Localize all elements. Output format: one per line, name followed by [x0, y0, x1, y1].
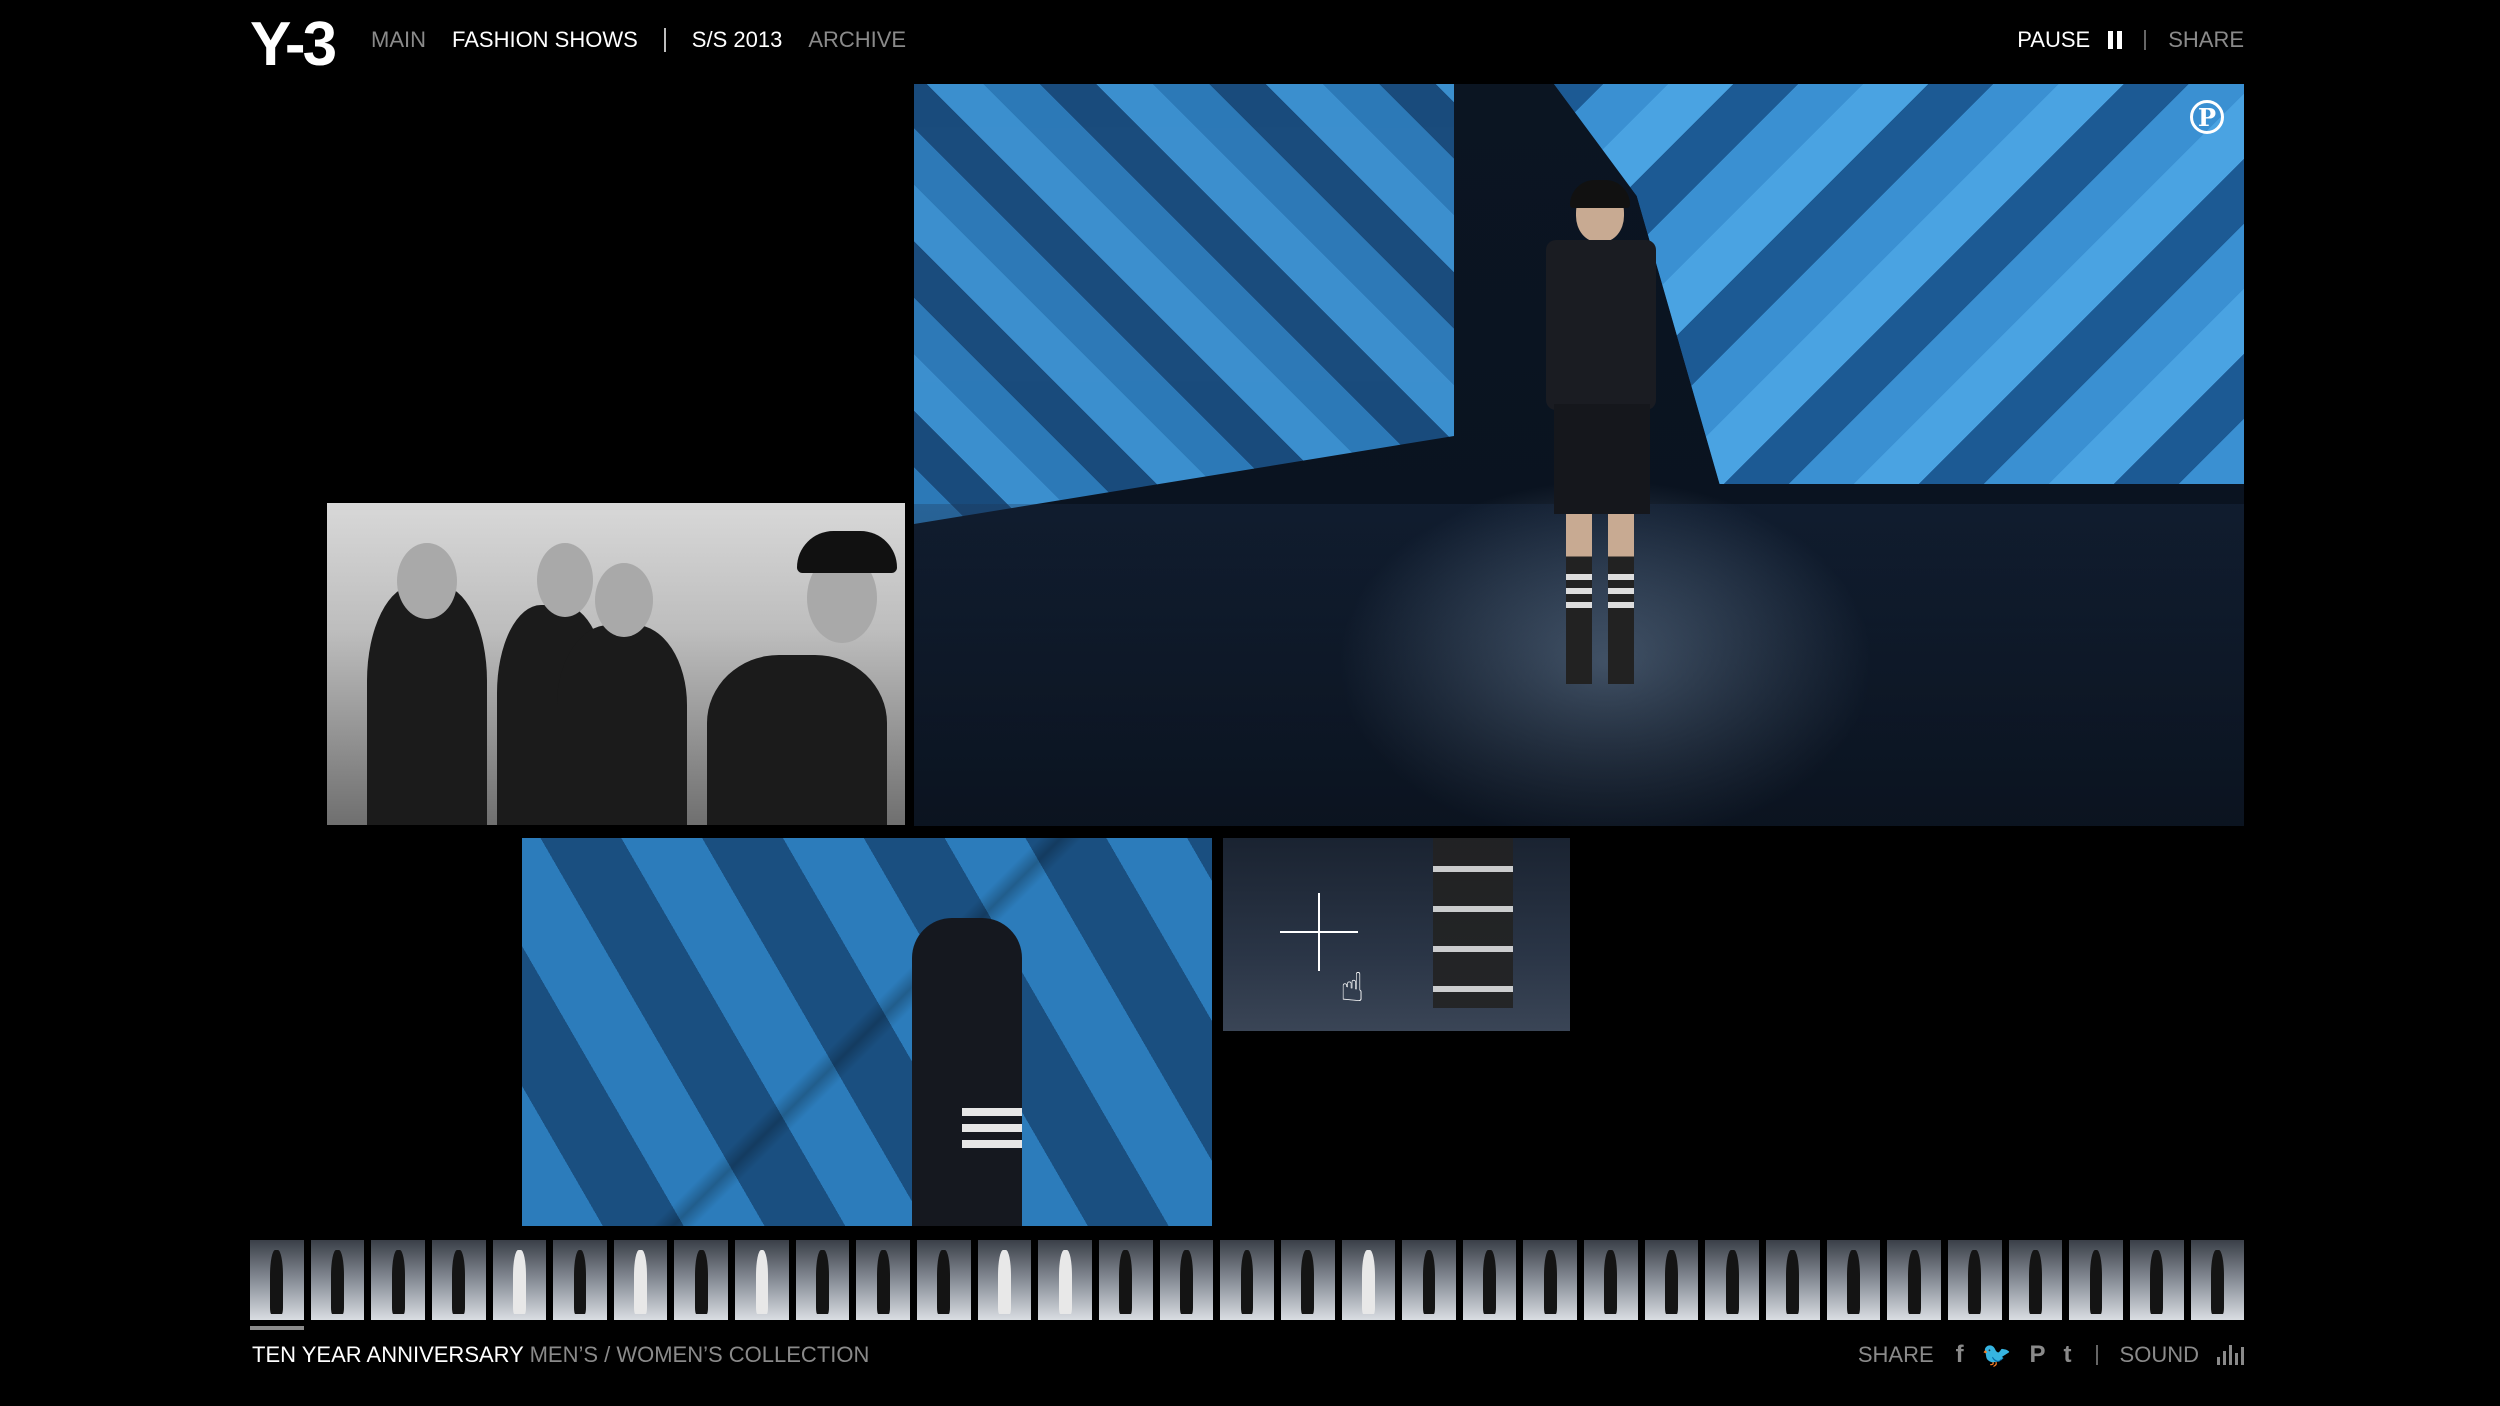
- look-thumbnail[interactable]: [1705, 1240, 1760, 1320]
- backstage-photo[interactable]: [327, 503, 905, 825]
- detail-video[interactable]: ☝: [1223, 838, 1570, 1031]
- twitter-icon[interactable]: 🐦: [1982, 1341, 2012, 1370]
- nav-fashion-shows[interactable]: FASHION SHOWS: [452, 27, 638, 53]
- nav-season[interactable]: S/S 2013: [692, 27, 783, 53]
- logo[interactable]: Y-3: [250, 14, 337, 76]
- look-thumbnail[interactable]: [1038, 1240, 1092, 1320]
- look-thumbnail[interactable]: [1826, 1240, 1881, 1320]
- look-thumbnail[interactable]: [795, 1240, 850, 1320]
- hand-cursor-icon: ☝: [1340, 966, 1365, 1010]
- look-thumbnail[interactable]: [1098, 1240, 1153, 1320]
- look-thumbnail[interactable]: [613, 1240, 668, 1320]
- look-thumbnail-strip: [250, 1240, 2245, 1320]
- look-thumbnail[interactable]: [250, 1240, 304, 1320]
- look-thumbnail[interactable]: [371, 1240, 425, 1320]
- nav-divider: [663, 28, 666, 52]
- look-thumbnail[interactable]: [1280, 1240, 1335, 1320]
- page: Y-3 MAIN FASHION SHOWS S/S 2013 ARCHIVE …: [0, 0, 2500, 1406]
- pinterest-icon[interactable]: P: [2190, 100, 2224, 134]
- look-thumbnail[interactable]: [856, 1240, 911, 1320]
- look-thumbnail[interactable]: [2190, 1240, 2245, 1320]
- look-thumbnail[interactable]: [1462, 1240, 1517, 1320]
- collection-title: TEN YEAR ANNIVERSARY MEN’S / WOMEN’S COL…: [252, 1342, 869, 1368]
- look-thumbnail[interactable]: [977, 1240, 1032, 1320]
- playback-controls: PAUSE SHARE: [2017, 24, 2244, 56]
- wall-left: [914, 84, 1454, 524]
- look-thumbnail[interactable]: [674, 1240, 729, 1320]
- main-runway-video[interactable]: P: [914, 84, 2244, 826]
- look-thumbnail[interactable]: [917, 1240, 971, 1320]
- pause-icon[interactable]: [2108, 31, 2123, 49]
- pause-label[interactable]: PAUSE: [2017, 27, 2090, 53]
- look-thumbnail[interactable]: [431, 1240, 486, 1320]
- collection-subtitle[interactable]: MEN’S / WOMEN’S COLLECTION: [530, 1342, 870, 1367]
- sound-toggle[interactable]: SOUND: [2120, 1342, 2199, 1368]
- triangle-wall-video[interactable]: [522, 838, 1212, 1226]
- backstage-person: [557, 625, 687, 825]
- strip-active-indicator: [250, 1326, 304, 1330]
- nav-main[interactable]: MAIN: [371, 27, 426, 53]
- look-thumbnail[interactable]: [1887, 1240, 1941, 1320]
- look-thumbnail[interactable]: [2129, 1240, 2184, 1320]
- sound-bars-icon[interactable]: [2217, 1345, 2244, 1365]
- look-thumbnail[interactable]: [310, 1240, 365, 1320]
- runway-model: [1526, 180, 1666, 704]
- look-thumbnail[interactable]: [1523, 1240, 1578, 1320]
- look-thumbnail[interactable]: [1220, 1240, 1274, 1320]
- look-thumbnail[interactable]: [1947, 1240, 2002, 1320]
- footer-divider: [2095, 1345, 2098, 1365]
- header-share-link[interactable]: SHARE: [2168, 27, 2244, 53]
- facebook-icon[interactable]: f: [1956, 1341, 1964, 1369]
- look-thumbnail[interactable]: [2069, 1240, 2123, 1320]
- look-thumbnail[interactable]: [1584, 1240, 1638, 1320]
- look-thumbnail[interactable]: [492, 1240, 547, 1320]
- look-thumbnail[interactable]: [1341, 1240, 1396, 1320]
- look-thumbnail[interactable]: [735, 1240, 789, 1320]
- look-thumbnail[interactable]: [1159, 1240, 1214, 1320]
- plus-icon[interactable]: [1280, 893, 1358, 971]
- backstage-person: [707, 655, 887, 825]
- main-nav: MAIN FASHION SHOWS S/S 2013 ARCHIVE: [371, 24, 932, 56]
- look-thumbnail[interactable]: [1766, 1240, 1820, 1320]
- pinterest-small-icon[interactable]: P: [2030, 1341, 2046, 1369]
- look-thumbnail[interactable]: [1644, 1240, 1699, 1320]
- footer-controls: SHARE f 🐦 P t SOUND: [1858, 1340, 2244, 1370]
- look-thumbnail[interactable]: [2008, 1240, 2063, 1320]
- look-thumbnail[interactable]: [1402, 1240, 1456, 1320]
- header-divider: [2144, 30, 2147, 50]
- look-thumbnail[interactable]: [553, 1240, 607, 1320]
- nav-archive[interactable]: ARCHIVE: [808, 27, 906, 53]
- walking-model: [912, 918, 1022, 1226]
- backstage-person: [367, 585, 487, 825]
- collection-name[interactable]: TEN YEAR ANNIVERSARY: [252, 1342, 523, 1367]
- footer-share-label: SHARE: [1857, 1342, 1934, 1367]
- tumblr-icon[interactable]: t: [2064, 1341, 2072, 1369]
- model-legs: [1433, 838, 1513, 1008]
